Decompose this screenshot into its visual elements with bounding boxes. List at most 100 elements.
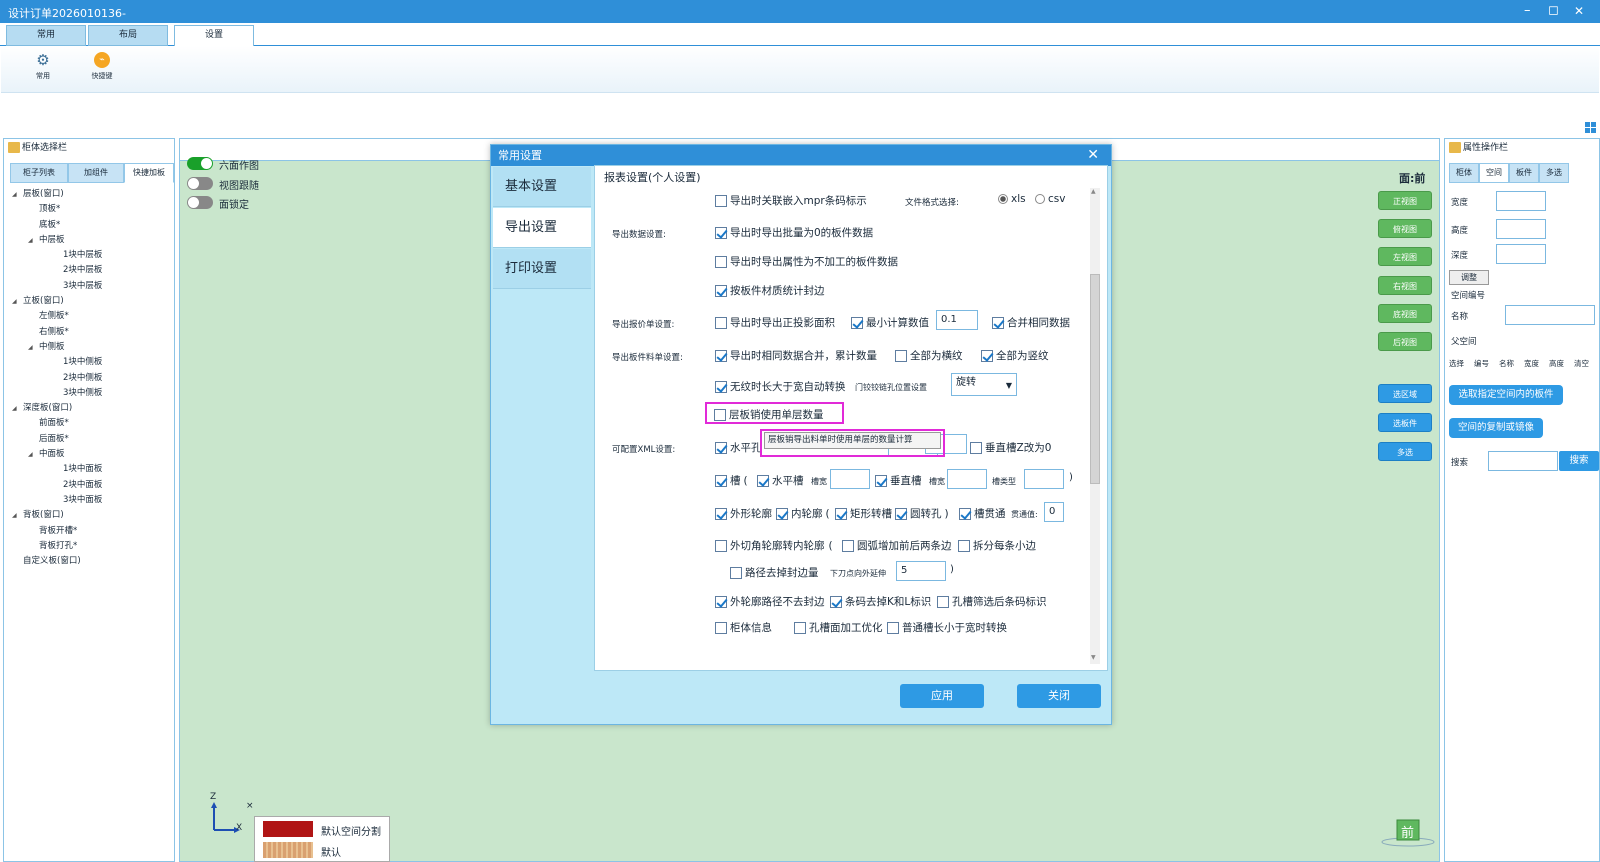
expand-icon[interactable]: ◢ xyxy=(28,340,39,355)
scrollbar-thumb[interactable] xyxy=(1090,274,1100,484)
tab-board[interactable]: 板件 xyxy=(1509,163,1539,183)
radio-csv[interactable]: csv xyxy=(1035,193,1065,205)
cb-face-optimize[interactable]: 孔槽面加工优化 xyxy=(794,620,883,635)
cb-round-to-hole[interactable]: 圆转孔) xyxy=(895,506,949,521)
radio-xls[interactable]: xls xyxy=(998,193,1026,205)
tree-node[interactable]: 1块中层板 xyxy=(12,248,172,263)
apply-button[interactable]: 应用 xyxy=(900,684,984,708)
tab-cabinet-list[interactable]: 柜子列表 xyxy=(10,163,68,183)
maximize-button[interactable]: ◻ xyxy=(1548,3,1559,19)
tab-space[interactable]: 空间 xyxy=(1479,163,1509,183)
tree-node[interactable]: 2块中侧板 xyxy=(12,371,172,386)
tree-node[interactable]: 前面板* xyxy=(12,416,172,431)
shortcut-keys-button[interactable]: ⌁ 快捷键 xyxy=(81,50,123,90)
tree-node[interactable]: 底板* xyxy=(12,218,172,233)
tree-node[interactable]: 顶板* xyxy=(12,202,172,217)
tab-layout[interactable]: 布局 xyxy=(88,25,168,46)
cb-vertical-slot-z0[interactable]: 垂直槽Z改为0 xyxy=(970,440,1051,455)
scrollbar[interactable]: ▲ ▼ xyxy=(1090,188,1100,664)
min-value-input[interactable]: 0.1 xyxy=(936,310,978,330)
name-input[interactable] xyxy=(1505,305,1595,325)
cb-auto-grain[interactable]: 无纹时长大于宽自动转换 xyxy=(715,379,846,394)
cb-all-horizontal[interactable]: 全部为横纹 xyxy=(895,348,963,363)
cb-slot[interactable]: 槽( xyxy=(715,473,748,488)
cb-slot-convert[interactable]: 普通槽长小于宽时转换 xyxy=(887,620,1007,635)
back-view-button[interactable]: 后视图 xyxy=(1378,332,1432,351)
cb-outer-outline[interactable]: 外形轮廓 xyxy=(715,506,772,521)
close-window-button[interactable]: ✕ xyxy=(1574,3,1584,19)
copy-mirror-space-button[interactable]: 空间的复制或镜像 xyxy=(1449,418,1543,438)
tab-cabinet[interactable]: 柜体 xyxy=(1449,163,1479,183)
cb-edge-stat[interactable]: 按板件材质统计封边 xyxy=(715,283,825,298)
through-value-input[interactable]: 0 xyxy=(1044,502,1064,522)
cb-split-edges[interactable]: 拆分每条小边 xyxy=(958,538,1036,553)
tree-node[interactable]: 1块中面板 xyxy=(12,462,172,477)
tree-node[interactable]: 2块中层板 xyxy=(12,263,172,278)
search-button[interactable]: 搜索 xyxy=(1559,451,1599,471)
tree-node[interactable]: 左侧板* xyxy=(12,309,172,324)
cb-slot-through[interactable]: 槽贯通 xyxy=(959,506,1006,521)
bottom-view-button[interactable]: 底视图 xyxy=(1378,304,1432,323)
left-view-button[interactable]: 左视图 xyxy=(1378,247,1432,266)
tab-multi[interactable]: 多选 xyxy=(1539,163,1569,183)
select-board-button[interactable]: 选板件 xyxy=(1378,413,1432,432)
tree-node[interactable]: 背板打孔* xyxy=(12,539,172,554)
tree-node[interactable]: ◢ 中层板 xyxy=(12,233,172,248)
tree-node[interactable]: 自定义板(窗口) xyxy=(12,554,172,569)
v-slot-width-input[interactable] xyxy=(947,469,987,489)
tab-common[interactable]: 常用 xyxy=(6,25,86,46)
tree-node[interactable]: ◢ 深度板(窗口) xyxy=(12,401,172,416)
tree-node[interactable]: 3块中侧板 xyxy=(12,386,172,401)
tree-node[interactable]: 1块中侧板 xyxy=(12,355,172,370)
search-input[interactable] xyxy=(1488,451,1558,471)
tree-node[interactable]: ◢ 中侧板 xyxy=(12,340,172,355)
minimize-button[interactable]: – xyxy=(1524,3,1531,19)
depth-input[interactable] xyxy=(1496,244,1546,264)
right-view-button[interactable]: 右视图 xyxy=(1378,276,1432,295)
tree-node[interactable]: 3块中面板 xyxy=(12,493,172,508)
cb-all-vertical[interactable]: 全部为竖纹 xyxy=(981,348,1049,363)
cb-merge-accumulate[interactable]: 导出时相同数据合并，累计数量 xyxy=(715,348,877,363)
tree-node[interactable]: 后面板* xyxy=(12,432,172,447)
common-settings-button[interactable]: ⚙ 常用 xyxy=(22,50,64,90)
cb-horizontal-hole[interactable]: 水平孔 xyxy=(715,440,762,455)
tree-node[interactable]: ◢ 中面板 xyxy=(12,447,172,462)
cb-min-value[interactable]: 最小计算数值 xyxy=(851,315,929,330)
cb-vertical-slot[interactable]: 垂直槽 xyxy=(875,473,922,488)
navigation-cube[interactable]: 前 xyxy=(1380,818,1436,848)
expand-icon[interactable]: ◢ xyxy=(12,401,23,416)
cb-cabinet-info[interactable]: 柜体信息 xyxy=(715,620,772,635)
cb-filter-barcode[interactable]: 孔槽筛选后条码标识 xyxy=(937,594,1047,609)
front-view-button[interactable]: 正视图 xyxy=(1378,191,1432,210)
top-view-button[interactable]: 俯视图 xyxy=(1378,219,1432,238)
cb-mpr[interactable]: 导出时关联嵌入mpr条码标示 xyxy=(715,193,867,208)
cb-zero-qty[interactable]: 导出时导出批量为0的板件数据 xyxy=(715,225,873,240)
expand-icon[interactable]: ◢ xyxy=(28,233,39,248)
face-lock-toggle[interactable] xyxy=(187,196,213,209)
cb-shelf-pin-single[interactable]: 层板销使用单层数量 xyxy=(714,407,824,422)
expand-icon[interactable]: ◢ xyxy=(12,508,23,523)
nav-export-settings[interactable]: 导出设置 xyxy=(493,208,591,248)
cb-arc-edges[interactable]: 圆弧增加前后两条边 xyxy=(842,538,952,553)
expand-icon[interactable]: ◢ xyxy=(28,447,39,462)
tree-node[interactable]: ◢ 层板(窗口) xyxy=(12,187,172,202)
cb-merge-same[interactable]: 合并相同数据 xyxy=(992,315,1070,330)
view-follow-toggle[interactable] xyxy=(187,177,213,190)
expand-icon[interactable]: ◢ xyxy=(12,187,23,202)
cb-rect-to-slot[interactable]: 矩形转槽 xyxy=(835,506,892,521)
width-input[interactable] xyxy=(1496,191,1546,211)
select-area-button[interactable]: 选区域 xyxy=(1378,384,1432,403)
nav-basic-settings[interactable]: 基本设置 xyxy=(493,167,591,207)
cb-horizontal-slot[interactable]: 水平槽 xyxy=(757,473,804,488)
close-dialog-button[interactable]: 关闭 xyxy=(1017,684,1101,708)
expand-icon[interactable]: ◢ xyxy=(12,294,23,309)
select-boards-in-space-button[interactable]: 选取指定空间内的板件 xyxy=(1449,385,1563,405)
tab-add-component[interactable]: 加组件 xyxy=(68,163,124,183)
h-slot-width-input[interactable] xyxy=(830,469,870,489)
tree-node[interactable]: 3块中层板 xyxy=(12,279,172,294)
slot-type-input[interactable] xyxy=(1024,469,1064,489)
tab-quick-add-board[interactable]: 快捷加板 xyxy=(124,163,174,183)
grid-icon[interactable] xyxy=(1585,122,1596,133)
tree-node[interactable]: 右侧板* xyxy=(12,325,172,340)
multi-select-button[interactable]: 多选 xyxy=(1378,442,1432,461)
